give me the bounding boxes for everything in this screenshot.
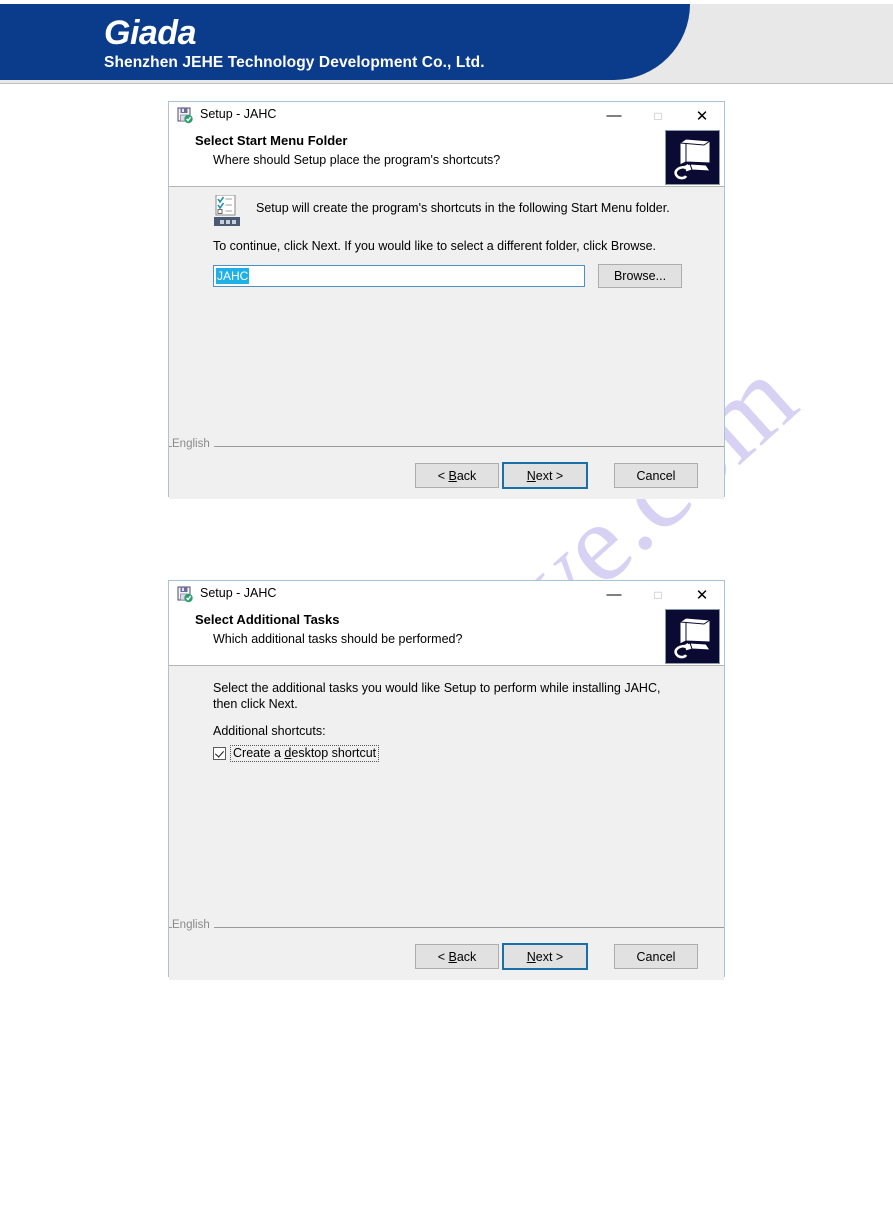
footer-rule	[169, 927, 724, 928]
body-line-1: Select the additional tasks you would li…	[213, 681, 661, 711]
next-button[interactable]: Next >	[502, 943, 588, 970]
dialog-titlebar[interactable]: Setup - JAHC — □ ✕	[169, 581, 724, 608]
dialog-body: Setup will create the program's shortcut…	[169, 187, 724, 438]
dialog-titlebar[interactable]: Setup - JAHC — □ ✕	[169, 102, 724, 129]
footer-rule	[169, 446, 724, 447]
dialog-header-pane: Select Start Menu Folder Where should Se…	[169, 129, 724, 187]
additional-shortcuts-label: Additional shortcuts:	[213, 724, 326, 738]
cancel-button[interactable]: Cancel	[614, 944, 698, 969]
body-line-1: Setup will create the program's shortcut…	[256, 201, 670, 215]
cancel-button[interactable]: Cancel	[614, 463, 698, 488]
maximize-icon[interactable]: □	[636, 102, 680, 129]
setup-dialog-start-menu-folder: Setup - JAHC — □ ✕ Select Start Menu Fol…	[168, 101, 725, 499]
maximize-icon[interactable]: □	[636, 581, 680, 608]
company-name: Shenzhen JEHE Technology Development Co.…	[104, 54, 485, 71]
giada-logo: Giada	[104, 14, 196, 52]
page-subtitle: Which additional tasks should be perform…	[213, 632, 463, 646]
page-subtitle: Where should Setup place the program's s…	[213, 153, 501, 167]
dialog-body: Select the additional tasks you would li…	[169, 666, 724, 919]
language-label: English	[172, 438, 214, 450]
minimize-icon[interactable]: —	[592, 581, 636, 608]
window-controls: — □ ✕	[592, 102, 724, 129]
computer-monitor-icon	[665, 609, 720, 664]
setup-dialog-additional-tasks: Setup - JAHC — □ ✕ Select Additional Tas…	[168, 580, 725, 980]
back-button[interactable]: < Back	[415, 463, 499, 488]
checklist-icon	[214, 194, 240, 227]
dialog-title: Setup - JAHC	[200, 586, 277, 600]
create-desktop-shortcut-label: Create a desktop shortcut	[230, 745, 380, 762]
dialog-button-bar: < Back Next > Cancel	[169, 935, 724, 980]
language-label: English	[172, 919, 214, 931]
next-button[interactable]: Next >	[502, 462, 588, 489]
next-button-label: Next >	[526, 949, 564, 964]
next-button-label: Next >	[526, 468, 564, 483]
dialog-footer-separator: English	[169, 919, 724, 935]
body-line-2: To continue, click Next. If you would li…	[213, 239, 657, 253]
page-title: Select Additional Tasks	[195, 612, 340, 627]
start-menu-folder-input[interactable]: JAHC	[213, 265, 585, 287]
page-header-banner: Giada Shenzhen JEHE Technology Developme…	[0, 0, 893, 92]
create-desktop-shortcut-checkbox[interactable]	[213, 747, 226, 760]
dialog-header-pane: Select Additional Tasks Which additional…	[169, 608, 724, 666]
dialog-button-bar: < Back Next > Cancel	[169, 454, 724, 499]
window-controls: — □ ✕	[592, 581, 724, 608]
close-icon[interactable]: ✕	[680, 581, 724, 608]
back-button-label: < Back	[437, 468, 477, 483]
minimize-icon[interactable]: —	[592, 102, 636, 129]
installer-icon	[177, 107, 194, 124]
page-title: Select Start Menu Folder	[195, 133, 348, 148]
installer-icon	[177, 586, 194, 603]
header-bottom-margin	[0, 84, 893, 92]
computer-monitor-icon	[665, 130, 720, 185]
browse-button[interactable]: Browse...	[598, 264, 682, 288]
back-button[interactable]: < Back	[415, 944, 499, 969]
close-icon[interactable]: ✕	[680, 102, 724, 129]
back-button-label: < Back	[437, 949, 477, 964]
dialog-title: Setup - JAHC	[200, 107, 277, 121]
create-desktop-shortcut-row[interactable]: Create a desktop shortcut	[213, 745, 380, 762]
dialog-footer-separator: English	[169, 438, 724, 454]
start-menu-folder-value: JAHC	[216, 268, 250, 284]
